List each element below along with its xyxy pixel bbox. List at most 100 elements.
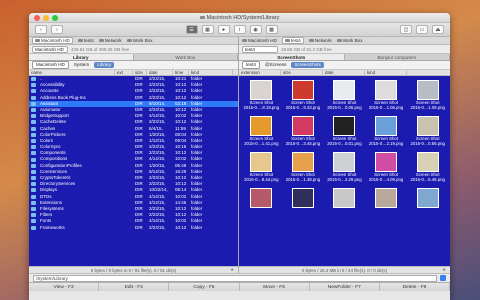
thumbnail-item[interactable]: Screen Shot 2015-0…0.06.png (324, 80, 365, 115)
breadcrumb-item[interactable]: Library (94, 62, 115, 68)
column-header[interactable]: date (323, 70, 365, 75)
drive-button[interactable]: Work Box (336, 38, 363, 43)
close-icon[interactable] (34, 15, 40, 21)
drive-button[interactable]: Network (308, 38, 332, 43)
thumbnail-item[interactable]: Screen Shot 2015-0….8.19.png (241, 80, 282, 115)
terminal-icon[interactable]: ▩ (265, 25, 278, 34)
thumbnail-item[interactable]: Screen Shot 2015-0…1.09.png (407, 80, 448, 115)
drive-icon (35, 39, 40, 42)
panes: Macintosh HD test4 Network Work Box Macinto… (29, 37, 450, 273)
thumbnail-filename: 2015-0…5.48.png (410, 176, 445, 182)
function-key-button[interactable]: NewFolder - F7 (310, 283, 380, 291)
column-header[interactable]: time (173, 70, 189, 75)
folder-icon (31, 200, 36, 205)
drive-icon (98, 39, 104, 42)
thumbnail-item[interactable]: Screen Shot 2015-0…8.44.png (241, 152, 282, 187)
folder-icon (31, 132, 36, 137)
function-key-button[interactable]: Delete - F8 (380, 283, 450, 291)
column-header[interactable]: kind (365, 70, 407, 75)
command-line-input[interactable]: /System/Library (33, 274, 437, 282)
forward-button[interactable]: › (51, 25, 63, 34)
command-line-row: /System/Library (29, 273, 450, 282)
right-thumbnail-grid[interactable]: Screen Shot 2015-0….8.19.png Screen Shot 20… (239, 76, 450, 266)
list-view-icon[interactable]: ☰ (185, 25, 198, 34)
pane-tab[interactable]: Work Box (134, 54, 238, 60)
thumbnail-item[interactable]: Screen Shot 2015-0…1.06.png (366, 80, 407, 115)
breadcrumb-item[interactable]: ScreenShots (291, 62, 324, 68)
folder-icon (31, 194, 36, 199)
folder-icon (31, 114, 36, 119)
left-file-list[interactable]: .. DIR 2/23/15, 10:21 folder Accessibility DIR… (29, 76, 238, 266)
thumbnail-image (333, 80, 356, 100)
column-header[interactable]: extension (239, 70, 281, 75)
drive-icon (126, 39, 132, 42)
left-drive-bar: Macintosh HD test4 Network Work Box (29, 37, 238, 45)
thumbnail-item[interactable]: Screen Shot 2015-0…2.29.png (324, 152, 365, 187)
zoom-icon[interactable] (52, 15, 58, 21)
pane-tab[interactable]: ScreenShots (239, 54, 345, 60)
thumbnail-image (375, 80, 398, 100)
toggle-icon[interactable]: ● (217, 25, 230, 34)
right-drive-select[interactable]: test4 (242, 45, 278, 53)
breadcrumb-item[interactable]: System (71, 62, 92, 68)
folder-icon (31, 120, 36, 125)
thumbnail-item[interactable]: Screen Shot 2015-0…3.45.png (283, 116, 324, 151)
breadcrumb-item[interactable]: Macintosh HD (32, 61, 69, 69)
function-key-button[interactable]: Move - F6 (240, 283, 310, 291)
thumbnail-item[interactable] (283, 188, 324, 223)
thumbnail-item[interactable]: Screen Shot 2015-0…5.48.png (407, 152, 448, 187)
thumbnail-item[interactable] (324, 188, 365, 223)
pane-tab[interactable]: Library (29, 54, 134, 60)
drive-button[interactable]: Work Box (126, 38, 153, 43)
thumbnail-item[interactable]: Screen Shot 2015-0…1.41.png (241, 116, 282, 151)
icon-view-icon[interactable]: ▦ (201, 25, 214, 34)
folder-icon[interactable]: ▭ (416, 25, 428, 34)
thumbnail-item[interactable]: Screen Shot 2015-0…2.19.png (366, 116, 407, 151)
thumbnail-image (250, 188, 273, 208)
folder-icon (31, 213, 36, 218)
thumbnail-item[interactable]: Screen Shot 2015-0…4.09.png (366, 152, 407, 187)
minimize-icon[interactable] (43, 15, 49, 21)
thumbnail-item[interactable] (241, 188, 282, 223)
function-key-button[interactable]: Edit - F4 (99, 283, 170, 291)
pane-tab[interactable]: Bonjour computers (345, 54, 450, 60)
thumbnail-item[interactable]: Screen Shot 2015-0…0.56.png (407, 116, 448, 151)
thumbnail-item[interactable]: Screen Shot 2015-0…1.38.png (283, 152, 324, 187)
thumbnail-filename: 2015-0…1.38.png (285, 176, 321, 182)
preview-eye-icon[interactable]: ◉ (249, 25, 262, 34)
pane-layout-icon[interactable]: ◫ (400, 25, 412, 34)
breadcrumb-item[interactable]: test4 (242, 61, 260, 69)
drive-button[interactable]: Macintosh HD (242, 38, 277, 43)
info-icon[interactable]: i (233, 25, 246, 34)
favorite-star-icon[interactable]: ★ (230, 267, 234, 273)
right-pane: Macintosh HD test4 Network Work Box test4 1… (239, 37, 450, 273)
column-header[interactable]: size (281, 70, 323, 75)
thumbnail-item[interactable] (366, 188, 407, 223)
function-key-button[interactable]: View - F3 (29, 283, 100, 291)
left-drive-select[interactable]: Macintosh HD (32, 45, 68, 53)
function-key-button[interactable]: Copy - F5 (169, 283, 240, 291)
right-free-space: 18.66 GB of 31.2 GB free (281, 46, 332, 52)
breadcrumb-item[interactable]: @Screens (262, 62, 290, 68)
thumbnail-item[interactable]: Screen Shot 2015-0…0.01.png (324, 116, 365, 151)
drive-button[interactable]: test4 (77, 38, 94, 43)
favorite-star-icon[interactable]: ★ (442, 267, 446, 273)
file-date: 2/23/15, (149, 224, 166, 230)
column-header[interactable]: ext (115, 70, 133, 75)
file-row[interactable]: Frameworks DIR 2/23/15, 10:12 folder (29, 225, 238, 231)
column-header[interactable]: kind (189, 70, 233, 75)
drive-button[interactable]: test4 (281, 37, 304, 44)
eject-icon[interactable]: ⏏ (432, 25, 444, 34)
column-header[interactable]: name (29, 70, 115, 75)
thumbnail-item[interactable]: Screen Shot 2015-0…9.33.png (283, 80, 324, 115)
command-go-button[interactable] (440, 275, 446, 281)
column-header[interactable]: date (147, 70, 173, 75)
thumbnail-item[interactable] (407, 188, 448, 223)
column-header[interactable]: size (133, 70, 147, 75)
drive-button[interactable]: Network (98, 38, 122, 43)
folder-icon (31, 145, 36, 150)
drive-button[interactable]: Macintosh HD (32, 37, 73, 44)
thumbnail-image (250, 152, 273, 172)
back-button[interactable]: ‹ (35, 25, 47, 34)
window-title: Macintosh HD/System/Library (206, 14, 280, 21)
